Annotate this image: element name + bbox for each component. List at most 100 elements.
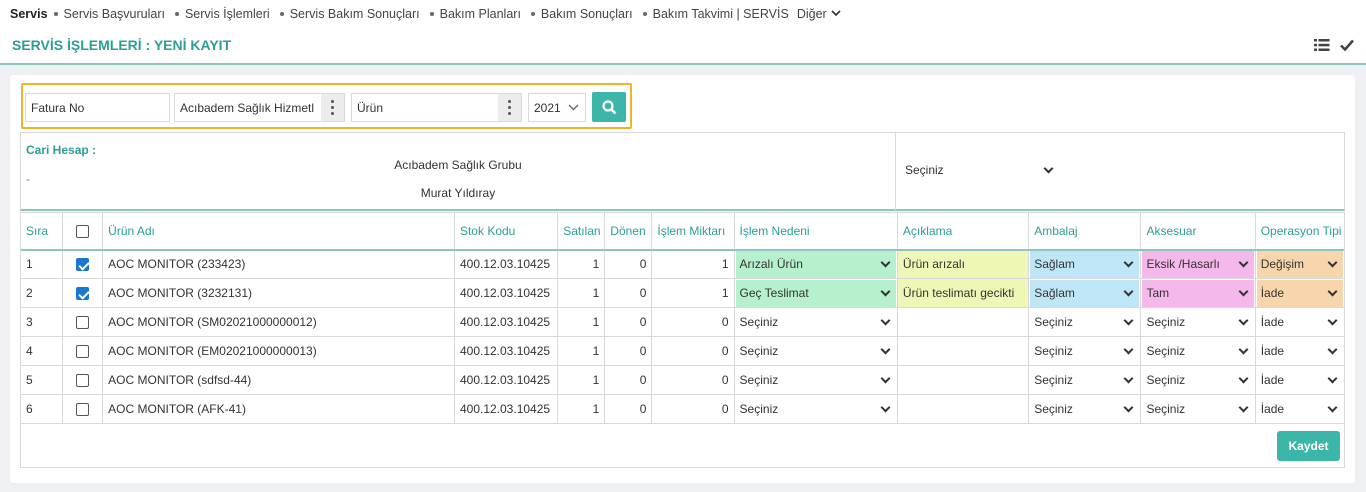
islem-miktari-input[interactable]: 0 <box>651 394 735 424</box>
nav-brand[interactable]: Servis <box>10 7 48 21</box>
nav-item-servis-bakim-sonuclari[interactable]: Servis Bakım Sonuçları <box>290 7 420 21</box>
chevron-down-icon <box>1043 163 1054 173</box>
islem-miktari-input[interactable]: 0 <box>651 365 735 395</box>
col-header-sira[interactable]: Sıra <box>19 212 64 251</box>
col-header-satilan[interactable]: Satılan <box>557 212 606 251</box>
ambalaj-cell: Seçiniz <box>1028 394 1142 424</box>
islem-nedeni-select[interactable]: Seçiniz <box>736 309 896 336</box>
ambalaj-select[interactable]: Seçiniz <box>1030 309 1139 336</box>
islem-nedeni-select[interactable]: Seçiniz <box>736 396 896 423</box>
col-header-donen[interactable]: Dönen <box>604 212 653 251</box>
islem-nedeni-cell: Arızalı Ürün <box>733 249 898 279</box>
table-row: 3 AOC MONITOR (SM02021000000012) 400.12.03… <box>19 307 1346 337</box>
row-checkbox[interactable] <box>76 403 90 417</box>
chevron-down-icon <box>1238 373 1249 383</box>
nav-item-servis-basvurulari[interactable]: Servis Başvuruları <box>64 7 165 21</box>
aksesuar-select[interactable]: Seçiniz <box>1142 396 1253 423</box>
ambalaj-select[interactable]: Seçiniz <box>1030 396 1139 423</box>
ambalaj-select[interactable]: Sağlam <box>1030 279 1140 307</box>
account-type-select[interactable]: Seçiniz <box>905 163 1055 177</box>
col-header-aksesuar[interactable]: Aksesuar <box>1140 212 1256 251</box>
col-header-stok-kodu[interactable]: Stok Kodu <box>453 212 559 251</box>
chevron-down-icon <box>1124 373 1134 383</box>
operasyon-tipi-select[interactable]: İade <box>1257 309 1343 336</box>
account-type-value: Seçiniz <box>905 163 944 177</box>
aksesuar-value: Eksik /Hasarlı <box>1146 257 1220 272</box>
nav-item-bakim-sonuclari[interactable]: Bakım Sonuçları <box>541 7 633 21</box>
col-header-select-all[interactable] <box>62 212 104 251</box>
bullet-icon <box>53 11 58 16</box>
aciklama-input[interactable] <box>896 394 1030 424</box>
operasyon-tipi-select[interactable]: İade <box>1256 279 1343 307</box>
col-header-aciklama[interactable]: Açıklama <box>896 212 1030 251</box>
ambalaj-cell: Sağlam <box>1028 278 1142 308</box>
islem-nedeni-select[interactable]: Seçiniz <box>736 367 896 394</box>
nav-item-bakim-takvimi[interactable]: Bakım Takvimi | SERVİS <box>653 7 789 21</box>
account-label: Cari Hesap : <box>26 143 97 157</box>
table-header-row: Sıra Ürün Adı Stok Kodu Satılan Dönen İş… <box>19 212 1346 251</box>
aciklama-input[interactable] <box>896 336 1030 366</box>
islem-nedeni-select[interactable]: Seçiniz <box>736 338 896 365</box>
col-header-operasyon-tipi[interactable]: Operasyon Tipi <box>1254 212 1346 251</box>
col-header-urun-adi[interactable]: Ürün Adı <box>102 212 455 251</box>
islem-miktari-input[interactable]: 1 <box>651 278 735 308</box>
islem-nedeni-select[interactable]: Arızalı Ürün <box>735 250 896 278</box>
nav-item-bakim-planlari[interactable]: Bakım Planları <box>440 7 521 21</box>
row-checkbox[interactable] <box>76 345 90 359</box>
check-icon[interactable] <box>1340 38 1354 52</box>
col-header-ambalaj[interactable]: Ambalaj <box>1028 212 1142 251</box>
operasyon-tipi-cell: İade <box>1254 365 1346 395</box>
aksesuar-select[interactable]: Seçiniz <box>1142 309 1253 336</box>
islem-nedeni-cell: Seçiniz <box>733 336 898 366</box>
select-all-checkbox[interactable] <box>76 224 90 238</box>
bullet-icon <box>530 11 535 16</box>
operasyon-tipi-select[interactable]: İade <box>1257 396 1343 423</box>
ambalaj-cell: Seçiniz <box>1028 365 1142 395</box>
aciklama-input[interactable] <box>896 365 1030 395</box>
ambalaj-select[interactable]: Seçiniz <box>1030 338 1139 365</box>
islem-miktari-input[interactable]: 0 <box>651 336 735 366</box>
donen-cell: 0 <box>604 394 653 424</box>
aciklama-input[interactable]: Ürün teslimatı gecikti <box>896 278 1030 308</box>
col-header-islem-nedeni[interactable]: İşlem Nedeni <box>733 212 898 251</box>
year-select[interactable]: 2021 <box>528 93 586 122</box>
row-checkbox[interactable] <box>76 374 90 388</box>
aciklama-input[interactable]: Ürün arızalı <box>896 249 1030 279</box>
satilan-cell: 1 <box>557 365 606 395</box>
col-header-islem-miktari[interactable]: İşlem Miktarı <box>651 212 735 251</box>
top-navigation: Servis Servis Başvuruları Servis İşlemle… <box>0 0 1366 27</box>
nav-item-servis-islemleri[interactable]: Servis İşlemleri <box>185 7 270 21</box>
search-button[interactable] <box>592 92 626 122</box>
aksesuar-select[interactable]: Seçiniz <box>1142 338 1253 365</box>
aksesuar-cell: Tam <box>1140 278 1256 308</box>
account-kebab-menu-icon[interactable] <box>321 94 344 121</box>
operasyon-tipi-select[interactable]: İade <box>1257 338 1343 365</box>
stok-kodu-cell: 400.12.03.10425 <box>453 394 559 424</box>
operasyon-tipi-select[interactable]: Değişim <box>1256 250 1343 278</box>
chevron-down-icon <box>1327 373 1338 383</box>
islem-nedeni-select[interactable]: Geç Teslimat <box>735 279 896 307</box>
bullet-icon <box>429 11 434 16</box>
ambalaj-select[interactable]: Sağlam <box>1030 250 1140 278</box>
product-input[interactable]: Ürün <box>351 93 522 122</box>
operasyon-tipi-select[interactable]: İade <box>1257 367 1343 394</box>
aciklama-input[interactable] <box>896 307 1030 337</box>
aksesuar-select[interactable]: Seçiniz <box>1142 367 1253 394</box>
ambalaj-select[interactable]: Seçiniz <box>1030 367 1139 394</box>
operasyon-tipi-value: İade <box>1260 402 1285 416</box>
list-icon[interactable] <box>1314 38 1330 52</box>
row-checkbox[interactable] <box>76 316 90 330</box>
aksesuar-select[interactable]: Tam <box>1142 279 1254 307</box>
nav-more-menu[interactable]: Diğer <box>797 7 841 21</box>
chevron-down-icon <box>880 286 891 296</box>
product-kebab-menu-icon[interactable] <box>498 94 521 121</box>
save-button[interactable]: Kaydet <box>1277 431 1340 461</box>
aksesuar-select[interactable]: Eksik /Hasarlı <box>1142 250 1254 278</box>
islem-miktari-input[interactable]: 0 <box>651 307 735 337</box>
islem-miktari-input[interactable]: 1 <box>651 249 735 279</box>
row-checkbox[interactable] <box>76 287 90 301</box>
islem-nedeni-cell: Seçiniz <box>733 394 898 424</box>
row-checkbox[interactable] <box>76 258 90 272</box>
invoice-number-input[interactable]: Fatura No <box>25 93 170 122</box>
account-select[interactable]: Acıbadem Sağlık Hizmetl <box>174 93 345 122</box>
